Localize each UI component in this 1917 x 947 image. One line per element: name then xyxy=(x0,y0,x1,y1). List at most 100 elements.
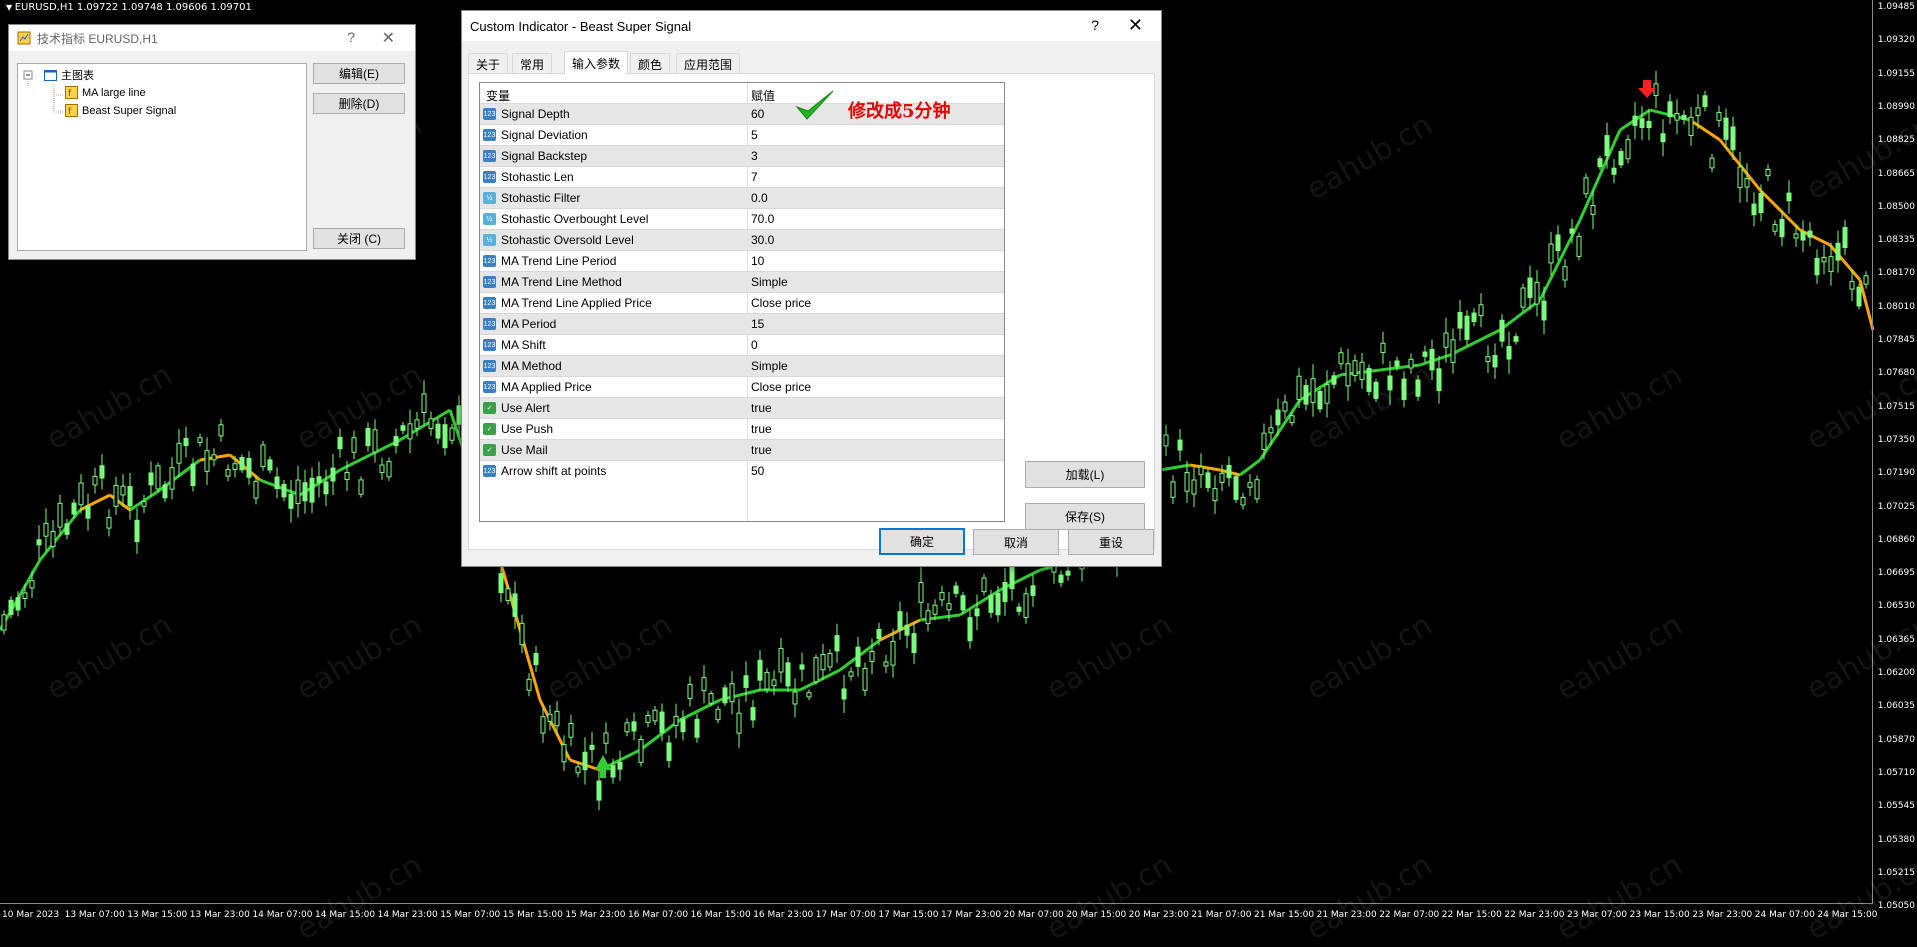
candle-body xyxy=(288,493,294,509)
candle-body xyxy=(1352,360,1358,377)
price-label: 1.08500 xyxy=(1877,201,1915,212)
parameter-value[interactable]: 0.0 xyxy=(751,191,768,205)
help-icon[interactable]: ? xyxy=(347,29,355,45)
parameter-value[interactable]: 30.0 xyxy=(751,233,774,247)
tab-colors[interactable]: 颜色 xyxy=(630,53,671,75)
parameter-row[interactable]: 123 Signal Deviation 5 xyxy=(480,124,1004,146)
parameter-row[interactable]: 123 MA Trend Line Applied Price Close pric… xyxy=(480,292,1004,314)
candle-body xyxy=(1464,315,1470,340)
candle-body xyxy=(526,678,532,691)
integer-param-icon: 123 xyxy=(483,339,496,351)
price-label: 1.08335 xyxy=(1877,235,1915,246)
candle-body xyxy=(1800,231,1806,241)
candle-body xyxy=(547,713,553,722)
candle-body xyxy=(330,467,336,482)
candle-body xyxy=(1695,107,1701,116)
parameter-name: Use Push xyxy=(501,422,554,436)
parameter-value[interactable]: 3 xyxy=(751,149,758,163)
price-label: 1.06860 xyxy=(1877,534,1915,545)
parameter-value[interactable]: 60 xyxy=(751,107,764,121)
parameter-row[interactable]: 123 Stohastic Len 7 xyxy=(480,166,1004,188)
candle-body xyxy=(1821,256,1827,263)
parameter-name: Signal Backstep xyxy=(501,149,588,163)
candle-body xyxy=(687,683,693,699)
parameter-value[interactable]: true xyxy=(751,422,772,436)
parameter-row[interactable]: 123 MA Method Simple xyxy=(480,355,1004,377)
tree-item-beast-super-signal[interactable]: f Beast Super Signal xyxy=(65,104,176,117)
candle-body xyxy=(197,437,203,443)
candle-body xyxy=(1513,336,1519,342)
parameter-row[interactable]: 123 MA Applied Price Close price xyxy=(480,376,1004,398)
parameter-value[interactable]: 50 xyxy=(751,464,764,478)
parameter-row[interactable]: 123 MA Period 15 xyxy=(480,313,1004,335)
parameter-value[interactable]: Close price xyxy=(751,380,811,394)
candle-body xyxy=(239,457,245,471)
candle-body xyxy=(743,675,749,688)
parameter-value[interactable]: true xyxy=(751,443,772,457)
save-button[interactable]: 保存(S) xyxy=(1025,503,1145,530)
parameter-row[interactable]: 123 Arrow shift at points 50 xyxy=(480,460,1004,482)
candle-body xyxy=(1674,112,1680,121)
tab-about[interactable]: 关于 xyxy=(468,53,509,75)
tree-item-main-chart[interactable]: 主图表 xyxy=(44,67,94,83)
parameter-value[interactable]: 7 xyxy=(751,170,758,184)
parameter-row[interactable]: 123 MA Trend Line Period 10 xyxy=(480,250,1004,272)
candle-body xyxy=(64,523,70,535)
candle-body xyxy=(1002,582,1008,603)
parameter-row[interactable]: 123 Signal Backstep 3 xyxy=(480,145,1004,167)
delete-button[interactable]: 删除(D) xyxy=(313,93,405,114)
candle-body xyxy=(1758,192,1764,214)
candle-body xyxy=(1681,114,1687,121)
candle-body xyxy=(274,476,280,490)
load-button[interactable]: 加载(L) xyxy=(1025,461,1145,488)
close-icon[interactable]: ✕ xyxy=(1128,15,1143,36)
parameter-row[interactable]: ½ Stohastic Oversold Level 30.0 xyxy=(480,229,1004,251)
price-label: 1.08170 xyxy=(1877,268,1915,279)
time-label: 20 Mar 15:00 xyxy=(1066,910,1127,920)
parameter-value[interactable]: 5 xyxy=(751,128,758,142)
cancel-button[interactable]: 取消 xyxy=(973,529,1059,555)
parameter-value[interactable]: 0 xyxy=(751,338,758,352)
reset-button[interactable]: 重设 xyxy=(1068,529,1154,555)
parameter-value[interactable]: Simple xyxy=(751,359,788,373)
parameter-row[interactable]: 123 MA Trend Line Method Simple xyxy=(480,271,1004,293)
tab-inputs[interactable]: 输入参数 xyxy=(564,51,629,76)
ok-button[interactable]: 确定 xyxy=(879,528,965,555)
close-icon[interactable]: ✕ xyxy=(382,28,395,48)
candle-body xyxy=(1324,384,1330,404)
candle-body xyxy=(57,502,63,528)
candle-body xyxy=(540,716,546,734)
parameter-value[interactable]: Simple xyxy=(751,275,788,289)
integer-param-icon: 123 xyxy=(483,108,496,120)
parameters-table[interactable]: 变量 赋值 123 Signal Depth 60 123 Signal Deviati… xyxy=(479,82,1005,522)
parameter-row[interactable]: ✓ Use Push true xyxy=(480,418,1004,440)
dialog-titlebar: Custom Indicator - Beast Super Signal ? … xyxy=(462,11,1161,41)
parameter-value[interactable]: 15 xyxy=(751,317,764,331)
candle-body xyxy=(624,722,630,733)
parameter-row[interactable]: ½ Stohastic Filter 0.0 xyxy=(480,187,1004,209)
moving-average-segment xyxy=(1449,328,1501,357)
candle-body xyxy=(799,664,805,670)
moving-average-segment xyxy=(79,493,111,512)
parameter-row[interactable]: ½ Stohastic Overbought Level 70.0 xyxy=(480,208,1004,230)
tab-visualization[interactable]: 应用范围 xyxy=(676,53,741,75)
edit-button[interactable]: 编辑(E) xyxy=(313,63,405,84)
parameter-name: Arrow shift at points xyxy=(501,464,607,478)
candle-body xyxy=(1856,286,1862,307)
parameter-value[interactable]: 10 xyxy=(751,254,764,268)
candle-body xyxy=(1233,476,1239,500)
parameter-row[interactable]: ✓ Use Mail true xyxy=(480,439,1004,461)
tab-common[interactable]: 常用 xyxy=(512,53,553,75)
close-button[interactable]: 关闭 (C) xyxy=(313,228,405,249)
candle-body xyxy=(1366,368,1372,392)
parameter-row[interactable]: 123 MA Shift 0 xyxy=(480,334,1004,356)
parameter-value[interactable]: Close price xyxy=(751,296,811,310)
parameter-value[interactable]: 70.0 xyxy=(751,212,774,226)
help-icon[interactable]: ? xyxy=(1091,17,1099,33)
tree-item-ma-large-line[interactable]: f MA large line xyxy=(65,86,146,99)
parameter-row[interactable]: ✓ Use Alert true xyxy=(480,397,1004,419)
candle-body xyxy=(302,482,308,502)
parameter-value[interactable]: true xyxy=(751,401,772,415)
candle-body xyxy=(708,693,714,704)
candle-body xyxy=(246,458,252,478)
